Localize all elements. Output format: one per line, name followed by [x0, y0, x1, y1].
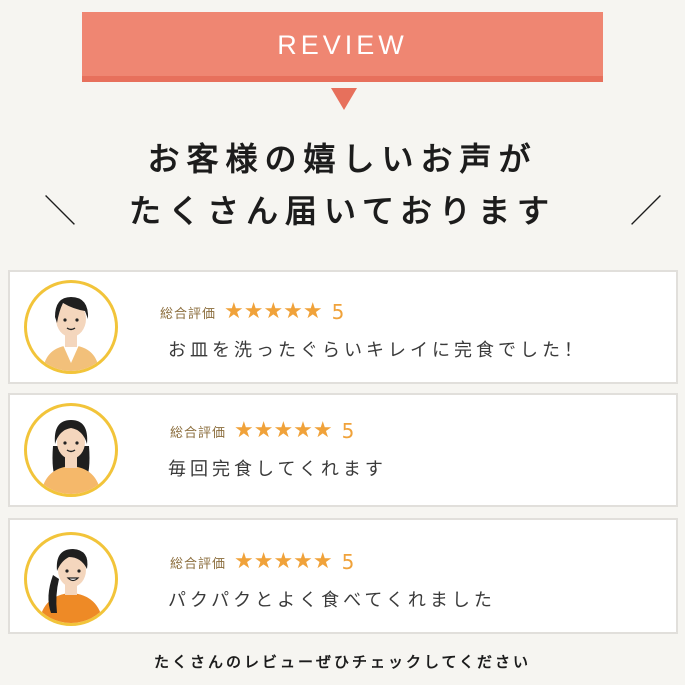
rating-row: 総合評価 ★★★★★ 5 [170, 550, 354, 574]
right-slash-decoration: ／ [630, 192, 663, 230]
review-comment: 毎回完食してくれます [168, 459, 387, 480]
review-card-2: 総合評価 ★★★★★ 5 毎回完食してくれます [8, 393, 678, 507]
woman-ponytail-avatar-icon [24, 532, 118, 626]
rating-row: 総合評価 ★★★★★ 5 [160, 300, 344, 324]
footer-call-to-action: たくさんのレビューぜひチェックしてください [153, 653, 532, 671]
rating-score: 5 [341, 419, 355, 443]
woman-long-hair-avatar-icon [24, 403, 118, 497]
headline-line-2: たくさん届いております [128, 192, 557, 230]
star-icon: ★★★★★ [234, 418, 333, 443]
review-comment: パクパクとよく食べてくれました [168, 590, 496, 611]
woman-short-hair-avatar-icon [24, 280, 118, 374]
rating-row: 総合評価 ★★★★★ 5 [170, 419, 354, 443]
rating-label: 総合評価 [160, 306, 217, 322]
star-icon: ★★★★★ [234, 549, 333, 574]
rating-score: 5 [341, 550, 355, 574]
star-icon: ★★★★★ [224, 299, 323, 324]
rating-label: 総合評価 [170, 425, 227, 441]
review-ribbon: REVIEW [82, 12, 603, 110]
rating-label: 総合評価 [170, 556, 227, 572]
rating-score: 5 [331, 300, 345, 324]
ribbon-label: REVIEW [277, 30, 408, 60]
review-card-3: 総合評価 ★★★★★ 5 パクパクとよく食べてくれました [8, 518, 678, 634]
ribbon-pointer [331, 88, 357, 110]
review-card-1: 総合評価 ★★★★★ 5 お皿を洗ったぐらいキレイに完食でした！ [8, 270, 678, 384]
headline-line-1: お客様の嬉しいお声が [147, 140, 538, 178]
review-comment: お皿を洗ったぐらいキレイに完食でした！ [168, 340, 586, 361]
